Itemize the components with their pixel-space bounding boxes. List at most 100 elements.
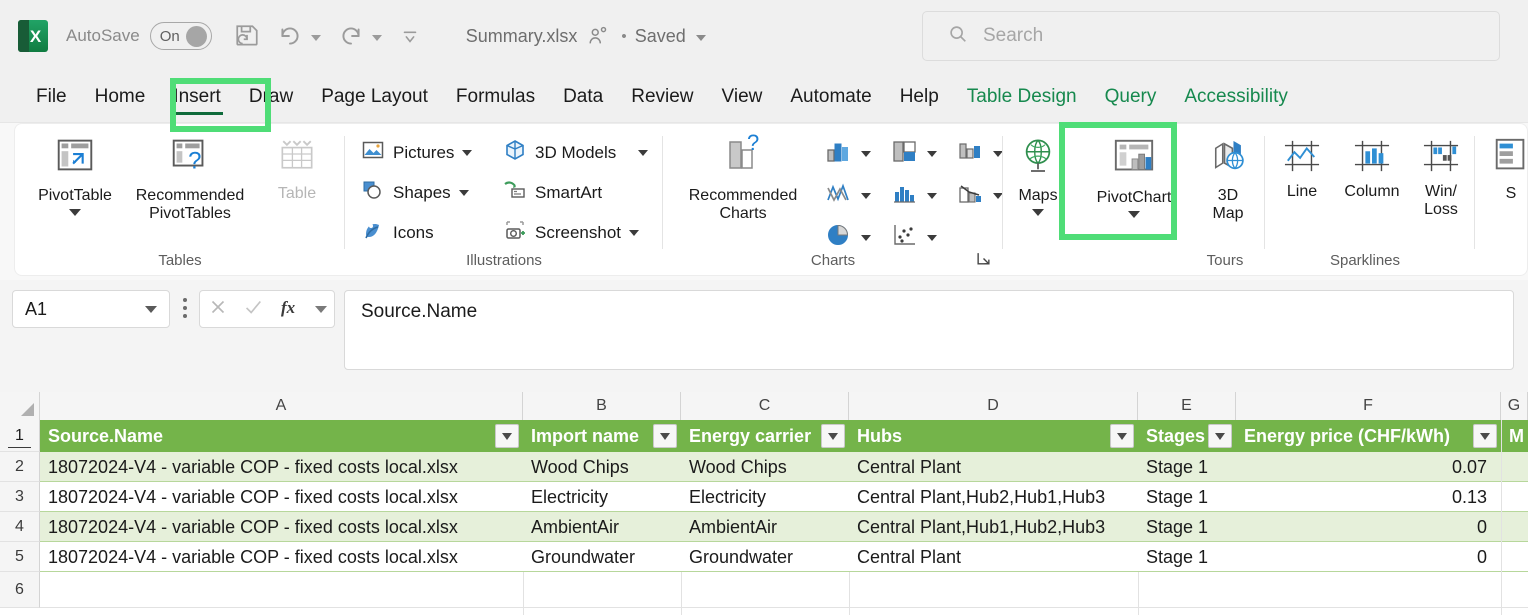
cell-b4[interactable]: AmbientAir — [523, 512, 681, 542]
cell-a5[interactable]: 18072024-V4 - variable COP - fixed costs… — [40, 542, 523, 572]
cell-a2[interactable]: 18072024-V4 - variable COP - fixed costs… — [40, 452, 523, 482]
3d-models-button[interactable]: 3D Models — [503, 138, 648, 167]
cell-e3[interactable]: Stage 1 — [1138, 482, 1236, 512]
tab-review[interactable]: Review — [617, 77, 707, 117]
filter-dropdown-e-icon[interactable] — [1208, 424, 1232, 448]
column-header-c[interactable]: C — [681, 392, 849, 420]
tab-file[interactable]: File — [22, 77, 81, 117]
pivotchart-button[interactable]: PivotChart — [1079, 136, 1189, 218]
line-chart-button[interactable] — [825, 180, 871, 211]
fx-chevron-down-icon[interactable] — [315, 306, 327, 313]
cell-e6[interactable] — [1138, 572, 1236, 607]
filename-label[interactable]: Summary.xlsx — [466, 26, 578, 47]
cell-b5[interactable]: Groundwater — [523, 542, 681, 572]
recommended-charts-button[interactable]: ? Recommended Charts — [673, 134, 813, 224]
tab-automate[interactable]: Automate — [776, 77, 885, 117]
cell-c3[interactable]: Electricity — [681, 482, 849, 512]
screenshot-chevron-down-icon[interactable] — [629, 230, 639, 236]
pie-chart-chevron-down-icon[interactable] — [861, 235, 871, 241]
filter-dropdown-f-icon[interactable] — [1473, 424, 1497, 448]
cell-e4[interactable]: Stage 1 — [1138, 512, 1236, 542]
cell-e2[interactable]: Stage 1 — [1138, 452, 1236, 482]
header-cell-energy-price[interactable]: Energy price (CHF/kWh) — [1236, 420, 1501, 452]
row-header-1[interactable]: 1 — [0, 420, 40, 452]
cell-d3[interactable]: Central Plant,Hub2,Hub1,Hub3 — [849, 482, 1138, 512]
cell-a6[interactable] — [40, 572, 523, 607]
cell-d6[interactable] — [849, 572, 1138, 607]
filter-dropdown-c-icon[interactable] — [821, 424, 845, 448]
maps-button[interactable]: Maps — [1003, 136, 1073, 216]
tab-page-layout[interactable]: Page Layout — [307, 77, 442, 117]
sparkline-column-button[interactable]: Column — [1337, 138, 1407, 201]
statistic-chart-button[interactable] — [891, 180, 937, 211]
shapes-chevron-down-icon[interactable] — [459, 190, 469, 196]
column-chart-button[interactable] — [825, 138, 871, 169]
waterfall-chart-button[interactable] — [957, 138, 1003, 169]
tab-help[interactable]: Help — [886, 77, 953, 117]
combo-chart-button[interactable] — [957, 180, 1003, 211]
column-header-d[interactable]: D — [849, 392, 1138, 420]
statistic-chart-chevron-down-icon[interactable] — [927, 193, 937, 199]
cell-a3[interactable]: 18072024-V4 - variable COP - fixed costs… — [40, 482, 523, 512]
cell-f3[interactable]: 0.13 — [1236, 482, 1501, 512]
cell-g2[interactable] — [1501, 452, 1528, 482]
hierarchy-chart-button[interactable] — [891, 138, 937, 169]
filter-dropdown-a-icon[interactable] — [495, 424, 519, 448]
formula-input[interactable]: Source.Name — [344, 290, 1514, 370]
tab-view[interactable]: View — [708, 77, 777, 117]
header-cell-import-name[interactable]: Import name — [523, 420, 681, 452]
cell-e5[interactable]: Stage 1 — [1138, 542, 1236, 572]
smartart-button[interactable]: SmartArt — [503, 178, 602, 207]
tab-formulas[interactable]: Formulas — [442, 77, 549, 117]
recommended-pivottables-button[interactable]: ? Recommended PivotTables — [125, 132, 255, 224]
autosave-toggle[interactable]: On — [150, 22, 212, 50]
screenshot-button[interactable]: Screenshot — [503, 218, 639, 247]
customize-quick-access-icon[interactable] — [398, 25, 422, 47]
shapes-button[interactable]: Shapes — [361, 178, 469, 207]
header-cell-energy-carrier[interactable]: Energy carrier — [681, 420, 849, 452]
cell-g4[interactable] — [1501, 512, 1528, 542]
tab-insert[interactable]: Insert — [159, 77, 235, 117]
column-chart-chevron-down-icon[interactable] — [861, 151, 871, 157]
header-cell-hubs[interactable]: Hubs — [849, 420, 1138, 452]
column-header-e[interactable]: E — [1138, 392, 1236, 420]
undo-icon[interactable] — [276, 23, 321, 49]
cell-f2[interactable]: 0.07 — [1236, 452, 1501, 482]
pictures-chevron-down-icon[interactable] — [462, 150, 472, 156]
row-header-6[interactable]: 6 — [0, 572, 40, 608]
table-row[interactable]: 18072024-V4 - variable COP - fixed costs… — [40, 542, 1528, 572]
pictures-button[interactable]: Pictures — [361, 138, 472, 167]
header-cell-source-name[interactable]: Source.Name — [40, 420, 523, 452]
table-row[interactable]: 18072024-V4 - variable COP - fixed costs… — [40, 452, 1528, 482]
cell-g6[interactable] — [1501, 572, 1528, 607]
tab-query[interactable]: Query — [1091, 77, 1171, 117]
column-header-g[interactable]: G — [1501, 392, 1528, 420]
pie-chart-button[interactable] — [825, 222, 871, 253]
cancel-x-icon[interactable] — [207, 296, 229, 323]
tab-draw[interactable]: Draw — [235, 77, 307, 117]
row-header-5[interactable]: 5 — [0, 542, 40, 572]
slicer-button[interactable]: S — [1481, 136, 1528, 203]
redo-icon[interactable] — [337, 23, 382, 49]
cell-f5[interactable]: 0 — [1236, 542, 1501, 572]
column-header-f[interactable]: F — [1236, 392, 1501, 420]
cell-d2[interactable]: Central Plant — [849, 452, 1138, 482]
maps-chevron-down-icon[interactable] — [1032, 209, 1044, 216]
header-cell-stages[interactable]: Stages — [1138, 420, 1236, 452]
table-row[interactable] — [40, 572, 1528, 608]
charts-dialog-launcher-icon[interactable] — [976, 251, 991, 269]
cell-d4[interactable]: Central Plant,Hub1,Hub2,Hub3 — [849, 512, 1138, 542]
cell-b3[interactable]: Electricity — [523, 482, 681, 512]
cell-a4[interactable]: 18072024-V4 - variable COP - fixed costs… — [40, 512, 523, 542]
header-cell-g[interactable]: M — [1501, 420, 1528, 452]
tab-table-design[interactable]: Table Design — [953, 77, 1091, 117]
sparkline-line-button[interactable]: Line — [1271, 138, 1333, 201]
cell-g3[interactable] — [1501, 482, 1528, 512]
icons-button[interactable]: Icons — [361, 218, 434, 247]
table-row[interactable]: 18072024-V4 - variable COP - fixed costs… — [40, 512, 1528, 542]
cell-f6[interactable] — [1236, 572, 1501, 607]
column-header-a[interactable]: A — [40, 392, 523, 420]
row-header-3[interactable]: 3 — [0, 482, 40, 512]
sparkline-winloss-button[interactable]: Win/ Loss — [1411, 138, 1471, 220]
row-header-4[interactable]: 4 — [0, 512, 40, 542]
